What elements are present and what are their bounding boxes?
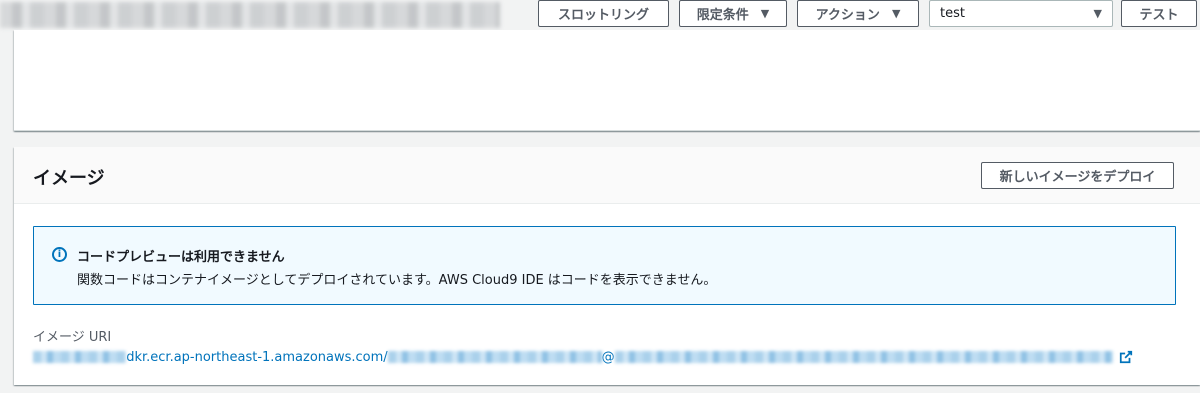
image-uri-label: イメージ URI (33, 330, 112, 345)
throttling-button-label: スロットリング (557, 8, 649, 23)
deploy-new-image-button-label: 新しいイメージをデプロイ (999, 170, 1156, 185)
throttling-button[interactable]: スロットリング (538, 0, 669, 27)
image-uri-link[interactable]: dkr.ecr.ap-northeast-1.amazonaws.com/ @ (33, 348, 1133, 366)
alert-title: コードプレビューは利用できません (77, 250, 285, 265)
upper-panel (14, 30, 1200, 131)
actions-dropdown-label: アクション (815, 8, 880, 23)
deploy-new-image-button[interactable]: 新しいイメージをデプロイ (981, 162, 1174, 189)
uri-registry-text: dkr.ecr.ap-northeast-1.amazonaws.com/ (126, 349, 388, 365)
info-icon: i (52, 247, 67, 262)
function-title-redacted (0, 2, 500, 28)
uri-at-sign: @ (601, 349, 615, 365)
test-event-select[interactable]: test ▼ (929, 0, 1113, 27)
test-event-select-value: test (940, 6, 965, 21)
info-icon-glyph: i (57, 248, 62, 260)
code-preview-unavailable-alert: i コードプレビューは利用できません 関数コードはコンテナイメージとしてデプロイ… (33, 226, 1176, 305)
uri-repo-redacted (387, 351, 602, 363)
caret-down-icon: ▼ (760, 7, 770, 20)
top-toolbar: スロットリング 限定条件 ▼ アクション ▼ test ▼ テスト (0, 0, 1200, 32)
uri-account-redacted (33, 351, 127, 363)
uri-digest-redacted (614, 351, 1113, 363)
actions-dropdown[interactable]: アクション ▼ (797, 0, 919, 27)
alert-body: 関数コードはコンテナイメージとしてデプロイされています。AWS Cloud9 I… (77, 273, 717, 288)
test-button-label: テスト (1139, 8, 1179, 23)
image-panel-header: イメージ 新しいイメージをデプロイ (14, 147, 1200, 204)
test-button[interactable]: テスト (1121, 0, 1197, 27)
external-link-icon[interactable] (1119, 350, 1133, 364)
qualifiers-dropdown-label: 限定条件 (696, 8, 749, 23)
caret-down-icon: ▼ (891, 7, 901, 20)
image-panel: イメージ 新しいイメージをデプロイ i コードプレビューは利用できません 関数コ… (14, 147, 1200, 385)
image-panel-title: イメージ (33, 168, 105, 189)
caret-down-icon: ▼ (1093, 7, 1102, 20)
qualifiers-dropdown[interactable]: 限定条件 ▼ (679, 0, 787, 27)
